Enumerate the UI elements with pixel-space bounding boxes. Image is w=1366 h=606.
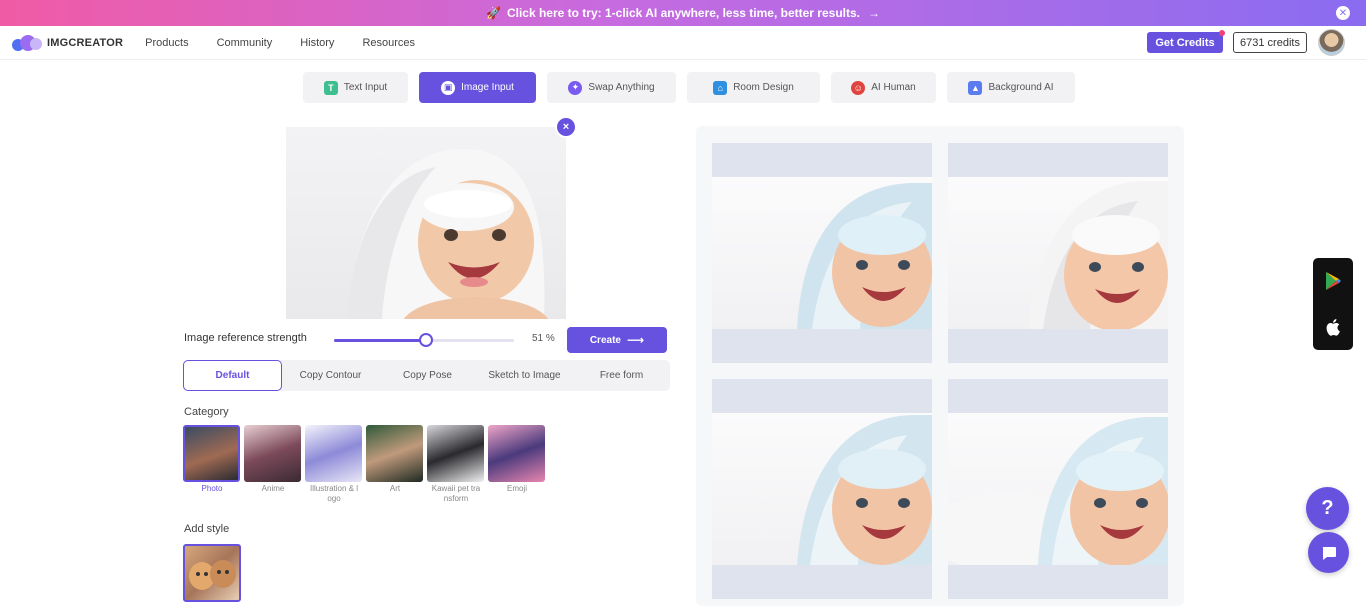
chat-icon bbox=[1322, 546, 1336, 560]
nav-link-resources[interactable]: Resources bbox=[362, 37, 415, 49]
category-thumbnail bbox=[488, 425, 545, 482]
close-icon[interactable]: ✕ bbox=[1336, 6, 1350, 20]
category-list: Photo Anime Illustration & l ogo Art Kaw… bbox=[183, 425, 549, 504]
cats-picture bbox=[189, 560, 236, 590]
category-thumbnail bbox=[366, 425, 423, 482]
category-thumbnail bbox=[427, 425, 484, 482]
mode-selector: Default Copy Contour Copy Pose Sketch to… bbox=[183, 360, 670, 391]
swap-icon: ✦ bbox=[568, 80, 583, 95]
result-image-4[interactable] bbox=[948, 379, 1168, 599]
help-button[interactable]: ? bbox=[1306, 487, 1349, 530]
notification-dot bbox=[1219, 30, 1225, 36]
get-credits-label: Get Credits bbox=[1155, 36, 1215, 49]
result-image-1[interactable] bbox=[712, 143, 932, 363]
add-style-label: Add style bbox=[184, 523, 230, 535]
tab-ai-human[interactable]: ☺ AI Human bbox=[831, 72, 936, 103]
mode-free-form[interactable]: Free form bbox=[573, 360, 670, 391]
credits-badge[interactable]: 6731 credits bbox=[1233, 32, 1307, 53]
tab-image-input[interactable]: ▣ Image Input bbox=[419, 72, 536, 103]
app-download-bar bbox=[1313, 258, 1353, 350]
result-image-3[interactable] bbox=[712, 379, 932, 599]
category-emoji[interactable]: Emoji bbox=[488, 425, 546, 504]
category-label-text: Emoji bbox=[506, 484, 527, 493]
house-icon: ⌂ bbox=[713, 80, 728, 95]
slider-fill bbox=[334, 339, 426, 342]
results-panel bbox=[696, 126, 1184, 606]
tab-label: Image Input bbox=[461, 82, 514, 93]
style-thumbnail[interactable] bbox=[183, 544, 241, 602]
tab-label: Text Input bbox=[343, 82, 388, 93]
category-thumbnail bbox=[305, 425, 362, 482]
slider-handle[interactable] bbox=[418, 333, 433, 347]
top-nav: IMGCREATOR Products Community History Re… bbox=[0, 26, 1366, 60]
result-picture bbox=[948, 177, 1168, 329]
tab-background-ai[interactable]: ▲ Background AI bbox=[947, 72, 1075, 103]
tab-text-input[interactable]: T Text Input bbox=[303, 72, 408, 103]
mode-copy-pose[interactable]: Copy Pose bbox=[379, 360, 476, 391]
nav-link-products[interactable]: Products bbox=[145, 37, 188, 49]
logo-text: IMGCREATOR bbox=[47, 36, 124, 49]
google-play-icon[interactable] bbox=[1324, 271, 1342, 291]
result-image-2[interactable] bbox=[948, 143, 1168, 363]
strength-label: Image reference strength bbox=[184, 332, 307, 344]
chat-button[interactable] bbox=[1308, 532, 1349, 573]
nav-link-history[interactable]: History bbox=[300, 37, 334, 49]
create-button[interactable]: Create ⟶ bbox=[567, 327, 667, 353]
apple-icon[interactable] bbox=[1324, 317, 1342, 337]
category-thumbnail bbox=[183, 425, 240, 482]
remove-image-button[interactable]: × bbox=[555, 116, 577, 138]
baby-photo bbox=[346, 148, 549, 319]
category-anime[interactable]: Anime bbox=[244, 425, 302, 504]
category-label-text: Anime bbox=[261, 484, 285, 493]
mode-copy-contour[interactable]: Copy Contour bbox=[282, 360, 379, 391]
category-label-text: Illustration & l ogo bbox=[309, 484, 359, 503]
nav-link-community[interactable]: Community bbox=[217, 37, 273, 49]
arrow-right-icon: → bbox=[867, 6, 880, 20]
tab-label: Background AI bbox=[988, 82, 1054, 93]
tab-label: AI Human bbox=[871, 82, 916, 93]
arrow-right-icon: ⟶ bbox=[626, 333, 645, 347]
promo-banner-text[interactable]: Click here to try: 1-click AI anywhere, … bbox=[507, 6, 860, 20]
strength-slider[interactable] bbox=[334, 333, 514, 347]
category-label-text: Photo bbox=[201, 484, 223, 493]
uploaded-image bbox=[286, 127, 566, 319]
rocket-icon: 🚀 bbox=[486, 6, 501, 20]
tab-room-design[interactable]: ⌂ Room Design bbox=[687, 72, 820, 103]
input-tabs: T Text Input ▣ Image Input ✦ Swap Anythi… bbox=[303, 72, 1086, 103]
category-label-text: Art bbox=[389, 484, 401, 493]
tab-swap-anything[interactable]: ✦ Swap Anything bbox=[547, 72, 676, 103]
category-illustration[interactable]: Illustration & l ogo bbox=[305, 425, 363, 504]
result-picture bbox=[948, 413, 1168, 565]
category-thumbnail bbox=[244, 425, 301, 482]
result-picture bbox=[712, 413, 932, 565]
nav-links: Products Community History Resources bbox=[145, 37, 443, 49]
avatar[interactable] bbox=[1318, 29, 1345, 56]
category-photo[interactable]: Photo bbox=[183, 425, 241, 504]
human-icon: ☺ bbox=[851, 80, 866, 95]
tab-label: Room Design bbox=[733, 82, 794, 93]
text-icon: T bbox=[323, 80, 338, 95]
image-icon: ▣ bbox=[441, 80, 456, 95]
mountain-icon: ▲ bbox=[968, 80, 983, 95]
create-label: Create bbox=[589, 334, 621, 346]
category-label: Category bbox=[184, 406, 229, 418]
result-picture bbox=[712, 177, 932, 329]
mode-sketch-to-image[interactable]: Sketch to Image bbox=[476, 360, 573, 391]
logo[interactable]: IMGCREATOR bbox=[12, 34, 124, 51]
get-credits-button[interactable]: Get Credits bbox=[1147, 30, 1225, 53]
category-label-text: Kawaii pet tra nsform bbox=[431, 484, 481, 503]
category-art[interactable]: Art bbox=[366, 425, 424, 504]
mode-default[interactable]: Default bbox=[183, 360, 282, 391]
logo-icon bbox=[12, 34, 42, 51]
category-kawaii-pet[interactable]: Kawaii pet tra nsform bbox=[427, 425, 485, 504]
promo-banner[interactable]: 🚀 Click here to try: 1-click AI anywhere… bbox=[0, 0, 1366, 26]
strength-value: 51 % bbox=[532, 333, 555, 344]
tab-label: Swap Anything bbox=[588, 82, 655, 93]
